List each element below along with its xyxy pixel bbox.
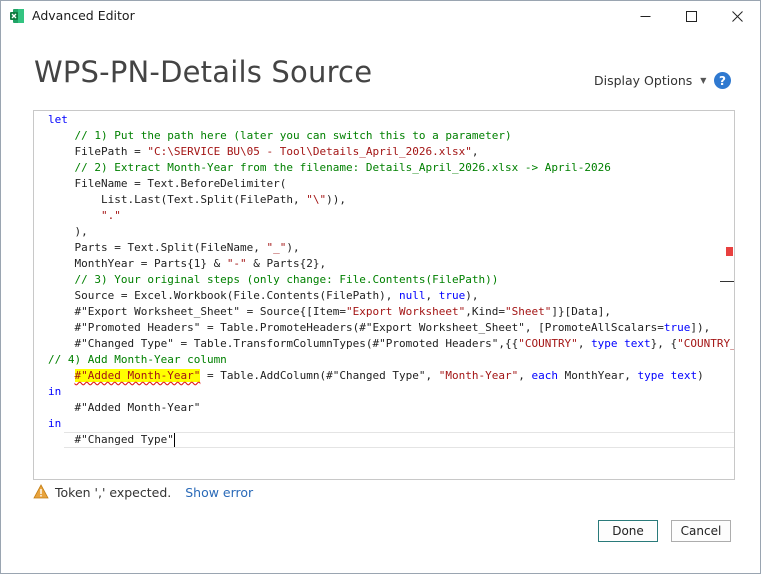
close-button[interactable]	[714, 1, 760, 31]
code-token: type text	[637, 369, 698, 382]
code-line: in	[48, 384, 61, 400]
code-line: #"Promoted Headers" = Table.PromoteHeade…	[48, 320, 710, 336]
code-token: ),	[465, 289, 479, 302]
code-token: ,Kind=	[465, 305, 505, 318]
scroll-position-indicator	[720, 281, 734, 282]
code-token: each	[531, 369, 559, 382]
show-error-link[interactable]: Show error	[185, 485, 253, 500]
code-line: FilePath = "C:\SERVICE BU\05 - Tool\Deta…	[48, 144, 478, 160]
code-token: "Export Worksheet"	[346, 305, 466, 318]
code-line: #"Added Month-Year" = Table.AddColumn(#"…	[48, 368, 704, 384]
code-token: type text	[591, 337, 651, 350]
minimize-button[interactable]	[622, 1, 668, 31]
code-line: in	[48, 416, 61, 432]
code-line: #"Export Worksheet_Sheet" = Source{[Item…	[48, 304, 611, 320]
chevron-down-icon: ▼	[700, 76, 707, 85]
code-token: FilePath =	[48, 145, 148, 158]
maximize-button[interactable]	[668, 1, 714, 31]
maximize-icon	[685, 10, 697, 22]
code-token: )	[697, 369, 704, 382]
code-token: FileName = Text.BeforeDelimiter(	[48, 177, 287, 190]
done-button[interactable]: Done	[598, 520, 658, 542]
code-token: #"Export Worksheet_Sheet" = Source{[Item…	[48, 305, 347, 318]
code-line: // 1) Put the path here (later you can s…	[48, 128, 512, 144]
code-token: "COUNTRY_	[677, 337, 735, 350]
code-line: #"Added Month-Year"	[48, 400, 200, 416]
code-token: )),	[326, 193, 347, 206]
code-token: ]),	[690, 321, 711, 334]
code-token: ,	[577, 337, 592, 350]
code-token: MonthYear,	[558, 369, 638, 382]
code-token: "C:\SERVICE BU\05 - Tool\Details_April_2…	[147, 145, 472, 158]
code-token: null	[399, 289, 426, 302]
close-icon	[731, 10, 743, 22]
window-title: Advanced Editor	[32, 8, 135, 23]
code-line: // 2) Extract Month-Year from the filena…	[48, 160, 611, 176]
code-token: // 2) Extract Month-Year from the filena…	[48, 161, 611, 174]
code-token: "_"	[266, 241, 287, 254]
code-token: ),	[48, 225, 88, 238]
code-token: ),	[286, 241, 300, 254]
display-options-label: Display Options	[594, 73, 693, 88]
warning-icon	[33, 484, 49, 499]
display-options-dropdown[interactable]: Display Options ▼	[594, 73, 706, 88]
code-token: #"Promoted Headers" = Table.PromoteHeade…	[48, 321, 664, 334]
code-line: Source = Excel.Workbook(File.Contents(Fi…	[48, 288, 479, 304]
code-token: = Table.AddColumn(#"Changed Type",	[200, 369, 439, 382]
cancel-button[interactable]: Cancel	[671, 520, 731, 542]
code-line: // 3) Your original steps (only change: …	[48, 272, 498, 288]
help-icon[interactable]: ?	[714, 72, 731, 89]
code-token: ,	[425, 289, 439, 302]
code-token: // 1) Put the path here (later you can s…	[48, 129, 512, 142]
code-token: // 4) Add Month-Year column	[48, 353, 227, 366]
code-line: ),	[48, 224, 88, 240]
code-token: MonthYear = Parts{1} &	[48, 257, 227, 270]
code-token: ,	[518, 369, 532, 382]
code-token: List.Last(Text.Split(FilePath,	[48, 193, 307, 206]
current-line-highlight	[64, 432, 734, 448]
status-bar: Token ',' expected. Show error	[33, 484, 253, 500]
code-token: Parts = Text.Split(FileName,	[48, 241, 267, 254]
code-token: "-"	[226, 257, 247, 270]
code-token: "Month-Year"	[438, 369, 519, 382]
code-token: // 3) Your original steps (only change: …	[48, 273, 499, 286]
text-caret	[174, 433, 175, 447]
code-token: "Sheet"	[504, 305, 552, 318]
minimize-icon	[640, 15, 650, 17]
code-token: ]}[Data],	[551, 305, 611, 318]
page-title: WPS-PN-Details Source	[34, 55, 373, 89]
code-token: ,	[471, 145, 479, 158]
code-token: Source = Excel.Workbook(File.Contents(Fi…	[48, 289, 399, 302]
code-line: // 4) Add Month-Year column	[48, 352, 227, 368]
code-token: true	[438, 289, 466, 302]
code-token: "COUNTRY"	[518, 337, 578, 350]
code-line: MonthYear = Parts{1} & "-" & Parts{2},	[48, 256, 326, 272]
code-line: let	[48, 112, 68, 128]
code-line: List.Last(Text.Split(FilePath, "\")),	[48, 192, 346, 208]
code-token: "\"	[306, 193, 327, 206]
code-line: #"Changed Type" = Table.TransformColumnT…	[48, 336, 735, 352]
code-token: #"Added Month-Year"	[48, 401, 201, 414]
code-token: in	[48, 385, 62, 398]
error-scroll-marker	[726, 247, 733, 256]
code-editor[interactable]: let // 1) Put the path here (later you c…	[33, 110, 735, 480]
code-token: #"Changed Type" = Table.TransformColumnT…	[48, 337, 519, 350]
error-message: Token ',' expected.	[55, 484, 172, 500]
code-token: let	[48, 113, 68, 126]
code-token: in	[48, 417, 62, 430]
code-line: "."	[48, 208, 121, 224]
code-token: true	[663, 321, 691, 334]
title-bar: Advanced Editor	[1, 1, 760, 31]
code-line: FileName = Text.BeforeDelimiter(	[48, 176, 286, 192]
code-token: & Parts{2},	[246, 257, 327, 270]
code-token: "."	[100, 209, 121, 222]
code-token: }, {	[650, 337, 678, 350]
excel-icon	[10, 9, 24, 23]
advanced-editor-window: Advanced Editor WPS-PN-Details Source Di…	[0, 0, 761, 574]
error-highlight: #"Added Month-Year"	[74, 369, 201, 382]
code-line: Parts = Text.Split(FileName, "_"),	[48, 240, 300, 256]
